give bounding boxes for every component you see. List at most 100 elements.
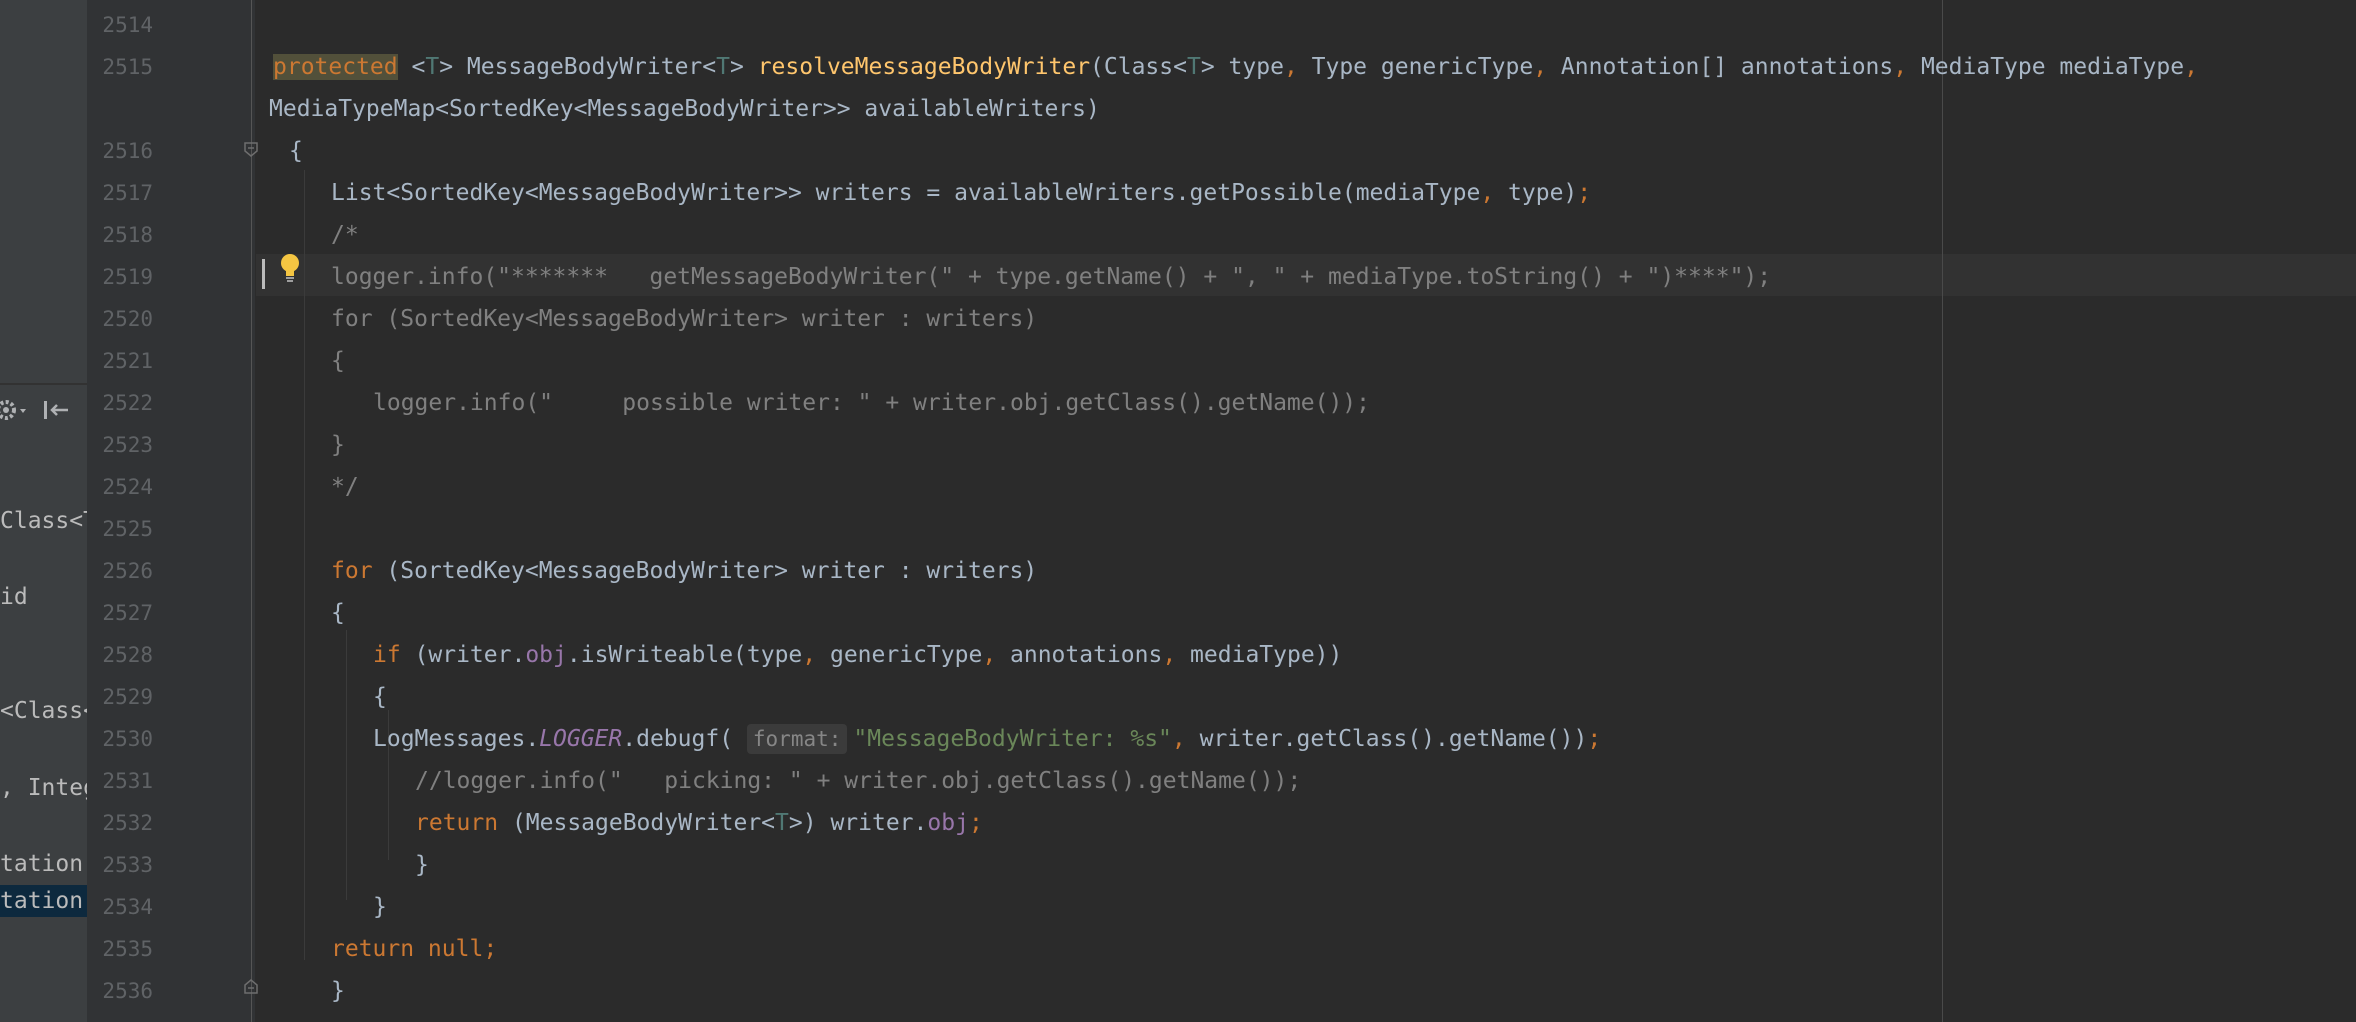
code-token: } [415, 852, 429, 878]
structure-item[interactable]: <Class< [0, 695, 87, 727]
code-token: , [1533, 54, 1548, 80]
code-line[interactable]: List<SortedKey<MessageBodyWriter>> write… [331, 172, 1591, 214]
line-number: 2518 [102, 223, 153, 247]
code-line[interactable]: for (SortedKey<MessageBodyWriter> writer… [331, 298, 1037, 340]
code-token: >) writer. [788, 810, 928, 836]
code-token: //logger.info(" picking: " + writer.obj.… [415, 768, 1302, 794]
line-number: 2516 [102, 139, 153, 163]
code-token: List<SortedKey<MessageBodyWriter>> write… [331, 180, 1481, 206]
code-token: Type genericType [1297, 54, 1534, 80]
code-line[interactable]: { [373, 676, 387, 718]
code-token: mediaType)) [1176, 642, 1343, 668]
code-token: MediaTypeMap<SortedKey<MessageBodyWriter… [269, 96, 1100, 122]
code-line[interactable]: /* [331, 214, 359, 256]
code-token: , [2184, 54, 2198, 80]
code-line[interactable]: LogMessages.LOGGER.debugf( format: "Messa… [373, 718, 1601, 760]
code-token: return null [331, 936, 484, 962]
code-line[interactable]: //logger.info(" picking: " + writer.obj.… [415, 760, 1301, 802]
line-number: 2529 [102, 685, 153, 709]
code-token: , [1480, 180, 1495, 206]
code-token: ; [1577, 180, 1592, 206]
code-token: , [1171, 726, 1186, 752]
code-token: LOGGER [539, 726, 623, 752]
code-line[interactable]: { [331, 340, 345, 382]
code-token: ; [968, 810, 983, 836]
code-line[interactable]: MediaTypeMap<SortedKey<MessageBodyWriter… [269, 88, 1100, 130]
code-line[interactable]: protected <T> MessageBodyWriter<T> resol… [273, 46, 2198, 88]
code-token: .debugf( [622, 726, 747, 752]
code-token: MediaType mediaType [1907, 54, 2185, 80]
code-line[interactable]: } [331, 424, 345, 466]
code-token: logger.info("******* getMessageBodyWrite… [331, 264, 1772, 290]
code-line[interactable]: return (MessageBodyWriter<T>) writer.obj… [415, 802, 983, 844]
indent-guide [346, 630, 347, 900]
structure-item[interactable]: Class<T [0, 505, 87, 537]
fold-marker-icon[interactable] [243, 141, 259, 157]
code-token: */ [331, 474, 359, 500]
collapse-left-icon[interactable] [42, 398, 70, 422]
code-token: "MessageBodyWriter: %s" [853, 726, 1172, 752]
line-number: 2522 [102, 391, 153, 415]
code-line[interactable]: for (SortedKey<MessageBodyWriter> writer… [331, 550, 1037, 592]
indent-guide [304, 170, 305, 960]
line-number: 2531 [102, 769, 153, 793]
code-token: obj [927, 810, 969, 836]
code-token: (writer. [414, 642, 526, 668]
line-number: 2520 [102, 307, 153, 331]
line-number: 2517 [102, 181, 153, 205]
code-line[interactable]: if (writer.obj.isWriteable(type, generic… [373, 634, 1342, 676]
code-line[interactable]: } [373, 886, 387, 928]
lightbulb-icon[interactable] [277, 252, 303, 284]
line-number: 2534 [102, 895, 153, 919]
code-line[interactable]: { [331, 592, 345, 634]
line-number: 2521 [102, 349, 153, 373]
code-token: annotations [996, 642, 1163, 668]
code-token: .isWriteable(type [566, 642, 803, 668]
structure-item-selected[interactable]: tation[ [0, 885, 87, 917]
code-token: for (SortedKey<MessageBodyWriter> writer… [331, 306, 1038, 332]
line-number: 2527 [102, 601, 153, 625]
code-token: > type [1200, 54, 1284, 80]
code-token: LogMessages. [373, 726, 540, 752]
line-number: 2524 [102, 475, 153, 499]
code-line[interactable]: } [415, 844, 429, 886]
code-token: > MessageBodyWriter< [439, 54, 717, 80]
code-token: return [415, 810, 512, 836]
code-token: resolveMessageBodyWriter [757, 54, 1091, 80]
code-token: Annotation[] annotations [1547, 54, 1894, 80]
code-token: T [425, 54, 440, 80]
line-number: 2519 [102, 265, 153, 289]
code-line[interactable]: return null; [331, 928, 497, 970]
code-line[interactable]: { [289, 130, 303, 172]
code-token: < [397, 54, 426, 80]
gear-icon[interactable] [0, 398, 34, 422]
code-token: T [716, 54, 730, 80]
code-line[interactable]: */ [331, 466, 359, 508]
line-number: 2515 [102, 55, 153, 79]
code-line[interactable]: } [331, 970, 345, 1012]
line-number: 2536 [102, 979, 153, 1003]
code-token: (MessageBodyWriter< [511, 810, 776, 836]
code-token: } [331, 978, 345, 1004]
code-line[interactable]: logger.info("******* getMessageBodyWrite… [331, 256, 1771, 298]
code-token: genericType [816, 642, 983, 668]
line-number: 2523 [102, 433, 153, 457]
code-token: { [331, 600, 345, 626]
code-token: } [373, 894, 387, 920]
code-token: T [1186, 54, 1201, 80]
code-token: { [289, 138, 303, 164]
code-token: for [331, 558, 387, 584]
code-line[interactable]: logger.info(" possible writer: " + write… [373, 382, 1370, 424]
code-token: T [775, 810, 789, 836]
line-number: 2514 [102, 13, 153, 37]
structure-item[interactable]: , Integ [0, 772, 87, 804]
structure-item[interactable]: tation[ [0, 848, 87, 880]
fold-marker-icon[interactable] [243, 979, 259, 995]
code-token: logger.info(" possible writer: " + write… [373, 390, 1370, 416]
structure-item[interactable]: id [0, 581, 87, 613]
line-number: 2535 [102, 937, 153, 961]
code-token: if [373, 642, 415, 668]
code-token: , [1162, 642, 1177, 668]
code-token: { [373, 684, 387, 710]
line-number: 2525 [102, 517, 153, 541]
